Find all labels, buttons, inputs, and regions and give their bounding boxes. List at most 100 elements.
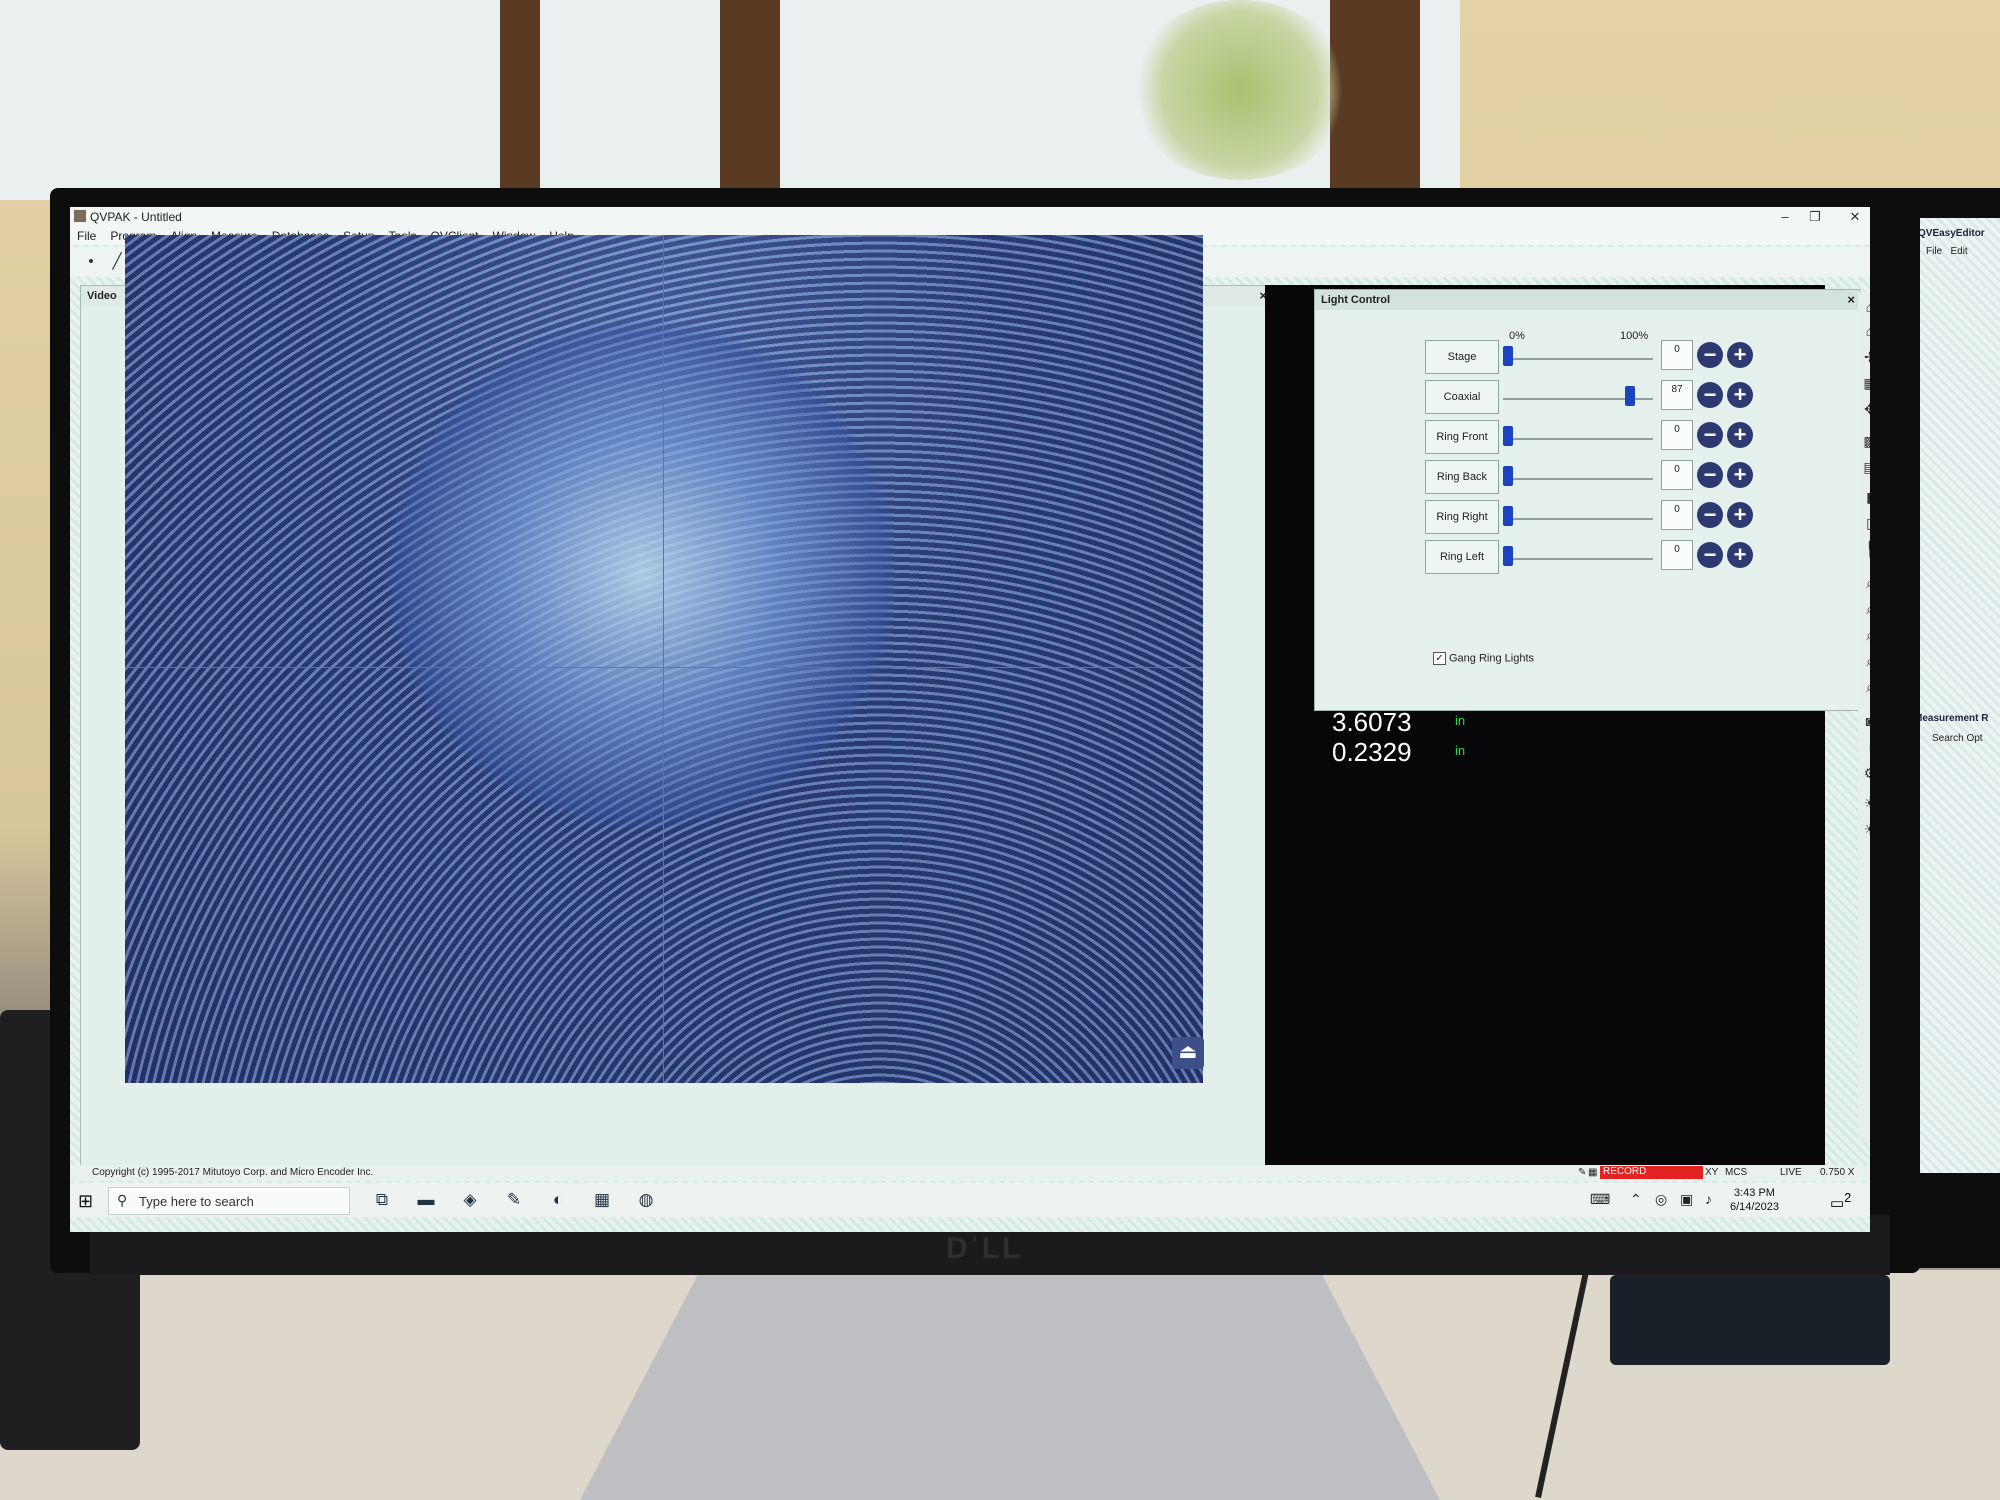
task-view-icon[interactable]: ⧉ <box>370 1189 394 1211</box>
light-icon[interactable]: ☀ <box>1861 794 1870 812</box>
light-label: Ring Right <box>1425 500 1499 534</box>
gang-ring-lights[interactable]: ✓ Gang Ring Lights <box>1433 652 1534 665</box>
title-bar: QVPAK - Untitled – ❐ ✕ <box>70 207 1870 227</box>
decrease-light-button[interactable]: − <box>1697 342 1723 368</box>
side-menu-edit[interactable]: Edit <box>1950 246 1967 257</box>
slider-thumb[interactable] <box>1625 386 1635 406</box>
decrease-light-button[interactable]: − <box>1697 502 1723 528</box>
home-icon[interactable]: ⌂ <box>1861 298 1870 316</box>
increase-light-button[interactable]: + <box>1727 542 1753 568</box>
close-button[interactable]: ✕ <box>1840 207 1870 227</box>
taskbar-clock[interactable]: 3:43 PM 6/14/2023 <box>1730 1186 1779 1214</box>
light-value-field[interactable]: 0 <box>1661 540 1693 570</box>
increase-light-button[interactable]: + <box>1727 502 1753 528</box>
tree-outside <box>1130 0 1350 180</box>
light-value-field[interactable]: 87 <box>1661 380 1693 410</box>
grid-icon[interactable]: ▦ <box>1588 1167 1597 1178</box>
line-icon[interactable]: ╱ <box>108 253 126 271</box>
app-icon <box>74 210 86 222</box>
pencil-icon[interactable]: ✎ <box>1578 1167 1586 1178</box>
zoom-icon[interactable]: ⌕ <box>1861 678 1870 696</box>
side-search-options[interactable]: Search Opt <box>1932 733 1983 744</box>
slider-thumb[interactable] <box>1503 506 1513 526</box>
zoom-icon[interactable]: ⌕ <box>1861 626 1870 644</box>
taskbar-search[interactable]: ⚲ Type here to search <box>108 1187 350 1215</box>
increase-light-button[interactable]: + <box>1727 422 1753 448</box>
xy-indicator: XY <box>1705 1167 1719 1178</box>
light-slider[interactable] <box>1503 386 1653 406</box>
qveasy-editor-icon[interactable]: ✎ <box>502 1189 526 1211</box>
status-bar: Copyright (c) 1995-2017 Mitutoyo Corp. a… <box>70 1165 1870 1181</box>
clock-time: 3:43 PM <box>1733 1187 1775 1199</box>
readout-y-unit: in <box>1455 743 1466 758</box>
focus-icon[interactable]: ✥ <box>1861 400 1870 418</box>
gang-ring-lights-checkbox[interactable]: ✓ <box>1433 652 1446 665</box>
light-slider[interactable] <box>1503 466 1653 486</box>
contrast-icon[interactable]: ◑ <box>1861 738 1870 756</box>
edge-browser-icon[interactable]: ◍ <box>634 1189 658 1211</box>
point-icon[interactable]: • <box>82 253 100 271</box>
slider-thumb[interactable] <box>1503 466 1513 486</box>
decrease-light-button[interactable]: − <box>1697 382 1723 408</box>
video-feed[interactable] <box>125 235 1203 1083</box>
light-row-ring-front: Ring Front 0− + <box>1425 420 1755 454</box>
increase-light-button[interactable]: + <box>1727 382 1753 408</box>
decrease-light-button[interactable]: − <box>1697 462 1723 488</box>
increase-light-button[interactable]: + <box>1727 462 1753 488</box>
probe-icon[interactable]: ▯ <box>1861 514 1870 532</box>
record-indicator[interactable]: RECORD <box>1600 1166 1703 1179</box>
readout-x-unit: in <box>1455 713 1466 728</box>
light-slider[interactable] <box>1503 506 1653 526</box>
readout-y: 0.2329 <box>1332 737 1412 767</box>
light-slider[interactable] <box>1503 426 1653 446</box>
zoom-icon[interactable]: ⌕ <box>1861 574 1870 592</box>
increase-light-button[interactable]: + <box>1727 342 1753 368</box>
app-icon[interactable]: ◐ <box>546 1189 570 1211</box>
grid-icon[interactable]: ▦ <box>1861 374 1870 392</box>
pattern-icon[interactable]: ▩ <box>1861 432 1870 450</box>
notification-icon[interactable]: ▭2 <box>1830 1191 1851 1212</box>
light-value-field[interactable]: 0 <box>1661 500 1693 530</box>
keyboard-icon[interactable]: ⌨ <box>1590 1191 1610 1208</box>
restore-button[interactable]: ❐ <box>1800 207 1830 227</box>
zoom-icon[interactable]: ⌕ <box>1861 600 1870 618</box>
light-control-close-button[interactable]: × <box>1847 292 1855 307</box>
decrease-light-button[interactable]: − <box>1697 422 1723 448</box>
window-title: QVPAK - Untitled <box>90 210 182 224</box>
file-explorer-icon[interactable]: ▬ <box>414 1189 438 1211</box>
probe-icon[interactable]: ▮ <box>1861 488 1870 506</box>
qvpak-app-icon[interactable]: ◈ <box>458 1189 482 1211</box>
slider-thumb[interactable] <box>1503 346 1513 366</box>
video-eject-button[interactable]: ⏏ <box>1172 1037 1204 1069</box>
menu-file[interactable]: File <box>70 227 103 245</box>
right-toolbar: ⌂ ⌂ ✢ ▦ ✥ ▩ ▤ ▮ ▯ ╿ ⌕ ⌕ ⌕ ⌕ ⌕ ◙ ◑ ⚙ ☀ ☀ <box>1858 292 1870 1142</box>
minimize-button[interactable]: – <box>1770 207 1800 227</box>
side-menu-file[interactable]: File <box>1926 246 1942 257</box>
stage-icon[interactable]: ✢ <box>1861 348 1870 366</box>
gang-ring-lights-label: Gang Ring Lights <box>1449 652 1534 665</box>
light-value-field[interactable]: 0 <box>1661 340 1693 370</box>
zoom-icon[interactable]: ⌕ <box>1861 652 1870 670</box>
light-control-panel: Light Control × 0% 100% Stage 0− + Coaxial 8… <box>1314 289 1860 711</box>
settings-icon[interactable]: ⚙ <box>1861 764 1870 782</box>
calculator-icon[interactable]: ▦ <box>590 1189 614 1211</box>
volume-icon[interactable]: ♪ <box>1705 1191 1712 1207</box>
slider-thumb[interactable] <box>1503 426 1513 446</box>
light-value-field[interactable]: 0 <box>1661 420 1693 450</box>
camera-icon[interactable]: ◙ <box>1861 712 1870 730</box>
report-icon[interactable]: ▤ <box>1861 458 1870 476</box>
home-icon[interactable]: ⌂ <box>1861 322 1870 340</box>
probe-icon[interactable]: ╿ <box>1861 540 1870 558</box>
light-row-ring-back: Ring Back 0− + <box>1425 460 1755 494</box>
chevron-up-icon[interactable]: ⌃ <box>1630 1191 1642 1208</box>
slider-thumb[interactable] <box>1503 546 1513 566</box>
decrease-light-button[interactable]: − <box>1697 542 1723 568</box>
crosshair-horizontal <box>125 667 1203 668</box>
light-slider[interactable] <box>1503 346 1653 366</box>
light-slider[interactable] <box>1503 546 1653 566</box>
windows-start-icon[interactable]: ⊞ <box>78 1191 93 1212</box>
network-icon[interactable]: ▣ <box>1680 1191 1693 1208</box>
meet-icon[interactable]: ◎ <box>1655 1191 1667 1208</box>
light-value-field[interactable]: 0 <box>1661 460 1693 490</box>
light-icon[interactable]: ☀ <box>1861 820 1870 838</box>
